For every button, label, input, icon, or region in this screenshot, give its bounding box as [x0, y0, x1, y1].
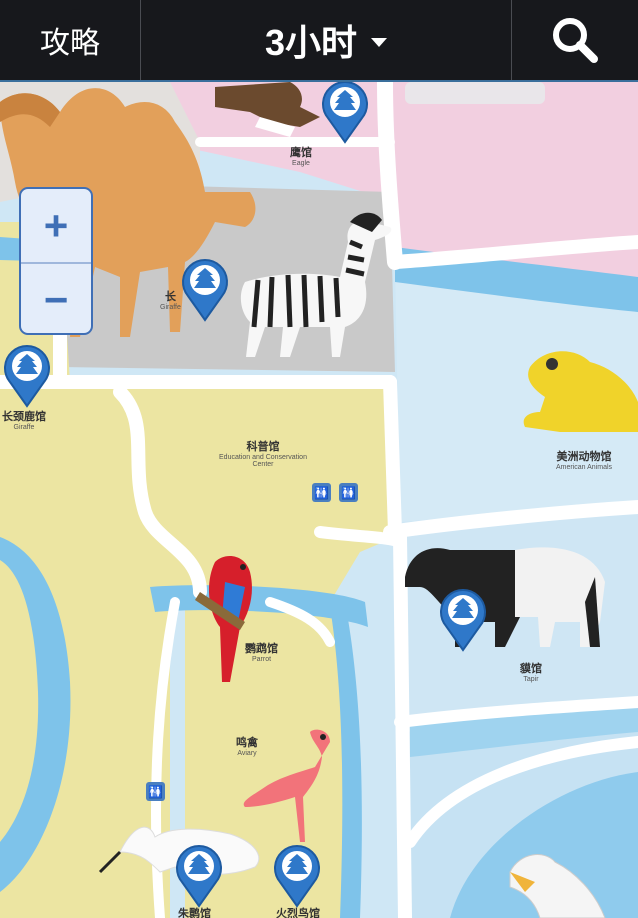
venue-name: 科普馆	[246, 441, 280, 453]
venue-name-en: Tapir	[523, 676, 539, 683]
top-bar: 攻略 3小时	[0, 0, 638, 82]
venue-name: 鸣禽	[236, 737, 258, 749]
venue-label-tapir: 貘馆 Tapir	[520, 660, 542, 683]
map-pin-eagle[interactable]	[316, 82, 374, 144]
venue-name-en: Aviary	[237, 750, 257, 757]
restroom-symbol: 🚻	[148, 784, 163, 799]
venue-name: 貘馆	[520, 663, 542, 675]
restroom-symbol: 🚻	[341, 485, 356, 500]
venue-label-amphibian: 美洲动物馆 American Animals	[556, 448, 612, 471]
zoo-map[interactable]: + − 鹰馆 Eagle 长 Giraffe 长颈鹿馆 Giraffe 科普馆 …	[0, 82, 638, 918]
restroom-symbol: 🚻	[314, 485, 329, 500]
venue-label-aviary: 鸣禽 Aviary	[236, 734, 258, 757]
venue-name-en: American Animals	[556, 464, 613, 471]
restroom-icon: 🚻	[146, 782, 165, 801]
restroom-icon: 🚻	[339, 483, 358, 502]
map-pin-tapir[interactable]	[434, 584, 492, 652]
map-pin-deer[interactable]	[0, 340, 56, 408]
venue-name: 鹰馆	[290, 147, 312, 159]
map-pin-giraffe[interactable]	[176, 254, 234, 322]
venue-name-en: Giraffe	[13, 424, 35, 431]
venue-name-en: Parrot	[251, 656, 272, 663]
zoom-in-button[interactable]: +	[21, 189, 91, 262]
venue-label-education: 科普馆 Education and Conservation Center	[218, 438, 308, 468]
duration-label: 3小时	[264, 22, 358, 63]
venue-name-en: Eagle	[292, 160, 310, 167]
venue-label-parrot: 鹦鹉馆 Parrot	[245, 640, 278, 663]
guide-label: 攻略	[40, 27, 100, 60]
venue-label-eagle: 鹰馆 Eagle	[290, 144, 312, 167]
chevron-down-icon	[371, 37, 388, 47]
venue-name-en: Education and Conservation Center	[219, 454, 307, 468]
search-icon	[553, 18, 598, 63]
restroom-icon: 🚻	[312, 483, 331, 502]
zoom-control: + −	[19, 187, 93, 335]
guide-tab[interactable]: 攻略	[0, 0, 141, 80]
venue-name: 鹦鹉馆	[245, 643, 278, 655]
venue-label-deer: 长颈鹿馆 Giraffe	[2, 408, 46, 431]
map-pin-flamingo[interactable]	[268, 840, 326, 908]
venue-name: 美洲动物馆	[556, 451, 612, 463]
map-pin-crane[interactable]	[170, 840, 228, 908]
zoom-out-button[interactable]: −	[21, 262, 91, 333]
duration-dropdown[interactable]: 3小时	[141, 0, 512, 80]
search-button[interactable]	[512, 0, 638, 80]
venue-name: 长颈鹿馆	[2, 411, 46, 423]
